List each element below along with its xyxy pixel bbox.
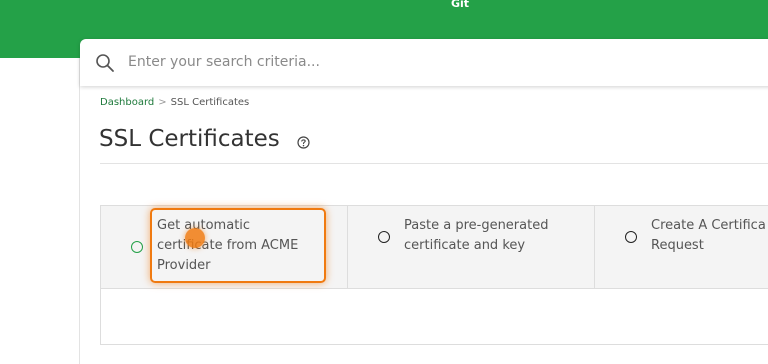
option-acme-label-line: Provider — [157, 258, 211, 273]
title-divider — [100, 163, 768, 164]
option-certificate-request-label-line: Request — [651, 238, 704, 253]
options-content-area — [100, 289, 768, 345]
search-bar — [80, 39, 768, 86]
help-circle-icon[interactable] — [297, 136, 310, 149]
option-acme-label: Get automatic certificate from ACME Prov… — [157, 216, 337, 276]
radio-icon[interactable] — [131, 241, 143, 253]
radio-icon[interactable] — [378, 231, 390, 243]
option-acme[interactable]: Get automatic certificate from ACME Prov… — [101, 206, 347, 288]
option-certificate-request[interactable]: Create A Certifica Request — [595, 206, 768, 288]
option-pregenerated-label: Paste a pre-generated certificate and ke… — [404, 216, 584, 256]
search-icon — [96, 54, 114, 72]
app-title: Git — [450, 0, 470, 10]
search-input[interactable] — [128, 49, 728, 75]
option-acme-label-line: certificate from ACME — [157, 238, 299, 253]
breadcrumb-separator: > — [158, 97, 167, 108]
option-certificate-request-label-line: Create A Certifica — [651, 218, 766, 233]
breadcrumb: Dashboard > SSL Certificates — [100, 97, 249, 108]
option-acme-label-line: Get automatic — [157, 218, 251, 233]
option-pregenerated-label-line: certificate and key — [404, 238, 526, 253]
breadcrumb-dashboard-link[interactable]: Dashboard — [100, 97, 154, 108]
radio-icon[interactable] — [625, 231, 637, 243]
breadcrumb-current: SSL Certificates — [170, 97, 250, 108]
option-pregenerated[interactable]: Paste a pre-generated certificate and ke… — [348, 206, 594, 288]
option-pregenerated-label-line: Paste a pre-generated — [404, 218, 549, 233]
page-title: SSL Certificates — [99, 126, 280, 152]
sidebar-divider — [79, 58, 80, 364]
certificate-options: Get automatic certificate from ACME Prov… — [100, 205, 768, 289]
option-certificate-request-label: Create A Certifica Request — [651, 216, 768, 256]
